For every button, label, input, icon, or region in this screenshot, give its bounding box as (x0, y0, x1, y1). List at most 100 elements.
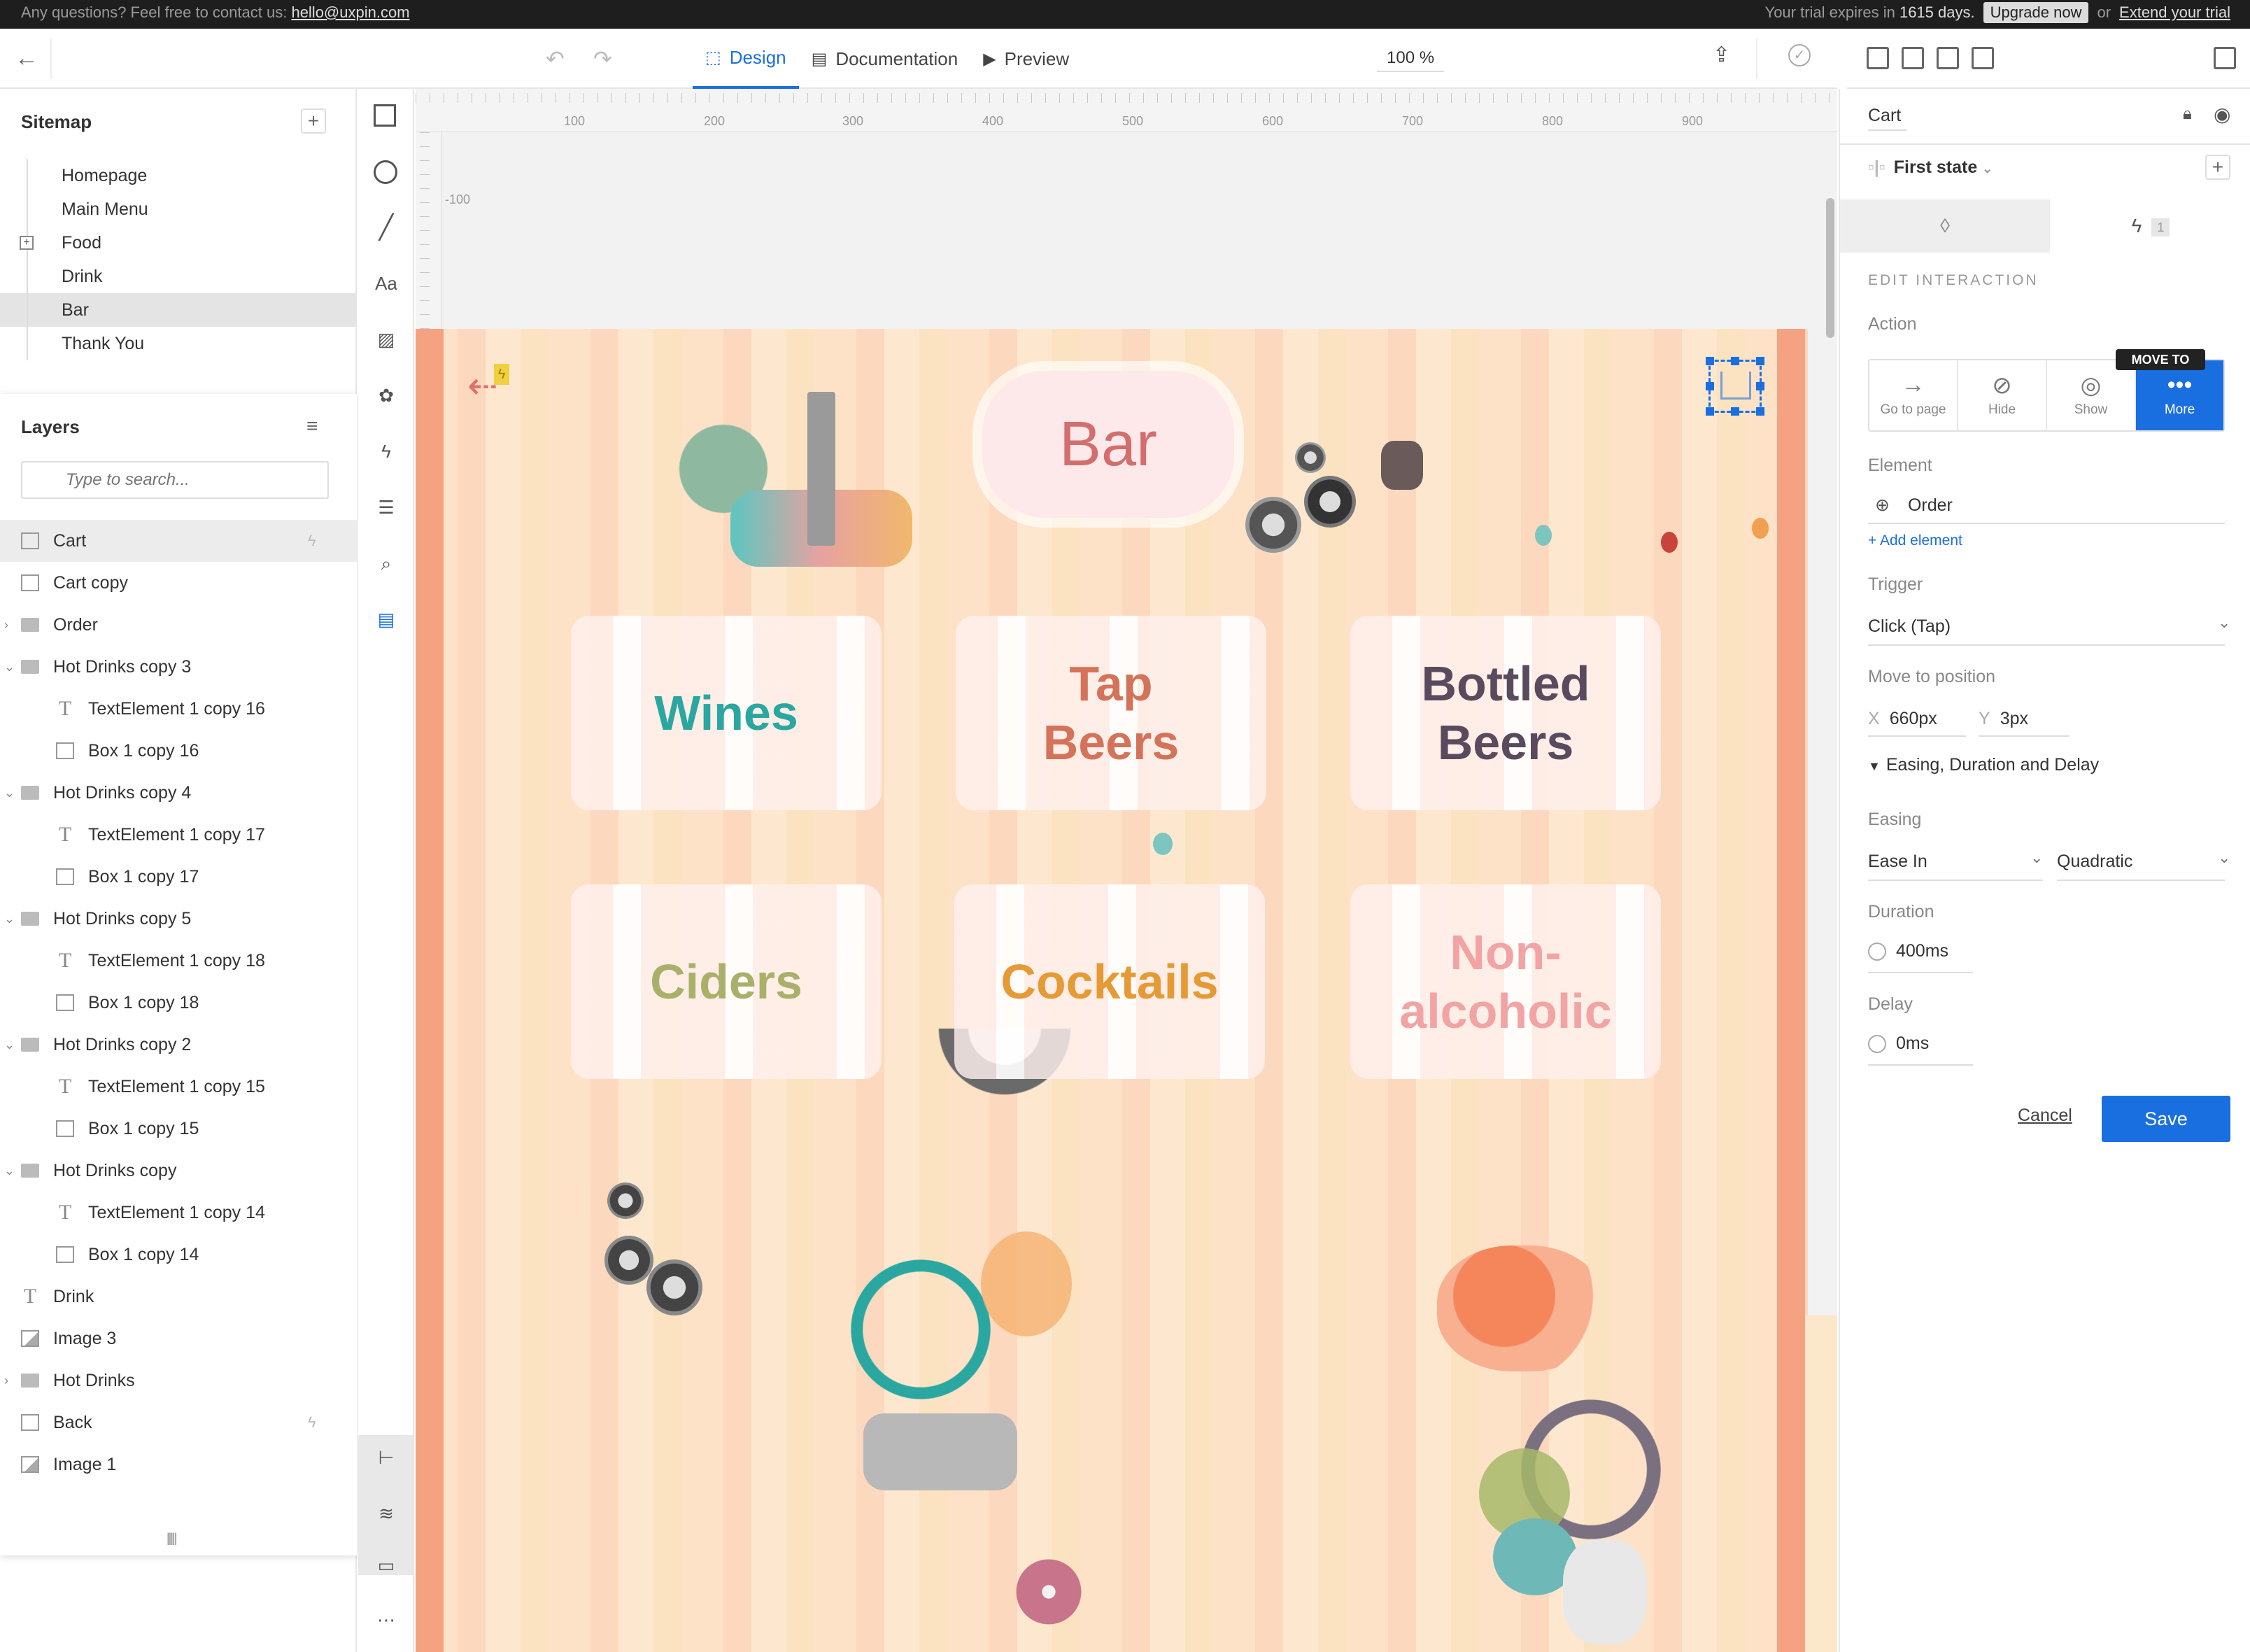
chevron-down-icon[interactable]: ⌄ (4, 772, 15, 814)
layer-item[interactable]: T Drink (0, 1276, 357, 1318)
sitemap-item-main-menu[interactable]: Main Menu (0, 192, 357, 226)
layer-item[interactable]: T TextElement 1 copy 17 (0, 814, 357, 856)
layer-item[interactable]: ⌄ Hot Drinks copy 5 (0, 898, 357, 940)
search-tool-icon[interactable]: ⌕ (374, 551, 399, 576)
chevron-down-icon[interactable]: ⌄ (4, 646, 15, 688)
layer-item[interactable]: › Order (0, 604, 357, 646)
add-element-link[interactable]: + Add element (1868, 532, 1962, 549)
layer-item[interactable]: Box 1 copy 16 (0, 730, 357, 772)
chevron-down-icon[interactable]: ⌄ (4, 1150, 15, 1192)
selection-handle[interactable] (1756, 407, 1764, 416)
back-arrow-icon[interactable]: ← (13, 44, 41, 72)
chevron-down-icon[interactable]: ⌄ (2218, 849, 2230, 867)
menu-card-ciders[interactable]: Ciders (571, 884, 882, 1079)
menu-card-wines[interactable]: Wines (571, 616, 882, 810)
sitemap-item-drink[interactable]: Drink (0, 260, 357, 293)
action-go-to-page[interactable]: → Go to page (1869, 360, 1958, 430)
menu-card-bottled-beers[interactable]: Bottled Beers (1350, 616, 1661, 810)
layer-item[interactable]: Box 1 copy 14 (0, 1234, 357, 1276)
tab-documentation[interactable]: ▤ Documentation (799, 29, 971, 89)
layer-item[interactable]: Cart copy (0, 562, 357, 604)
line-tool-icon[interactable]: ╱ (374, 215, 399, 240)
save-button[interactable]: Save (2102, 1096, 2230, 1142)
undo-icon[interactable]: ↶ (546, 45, 565, 72)
easing-type-select[interactable]: Quadratic (2057, 852, 2132, 872)
layer-item[interactable]: T TextElement 1 copy 16 (0, 688, 357, 730)
position-x-field[interactable]: X 660px (1868, 709, 1937, 729)
sitemap-tree-icon[interactable]: ⊢ (374, 1445, 399, 1470)
layer-item[interactable]: T TextElement 1 copy 14 (0, 1192, 357, 1234)
layer-item[interactable]: Image 1 (0, 1443, 357, 1485)
add-page-button[interactable]: + (301, 108, 326, 134)
rectangle-tool-icon[interactable] (374, 104, 396, 127)
action-hide[interactable]: ⊘ Hide (1958, 360, 2047, 430)
trigger-select[interactable]: Click (Tap) (1868, 616, 1951, 637)
action-more[interactable]: ••• More (2136, 360, 2223, 430)
expand-icon[interactable]: + (20, 236, 34, 250)
layer-item[interactable]: T TextElement 1 copy 15 (0, 1066, 357, 1108)
bring-forward-icon[interactable] (1867, 47, 1889, 69)
chevron-right-icon[interactable]: › (4, 604, 8, 646)
element-target-field[interactable]: ⊕ Order (1868, 495, 1953, 516)
design-canvas[interactable]: 100 200 300 400 500 600 700 800 900 -100… (416, 89, 1837, 1652)
contact-email-link[interactable]: hello@uxpin.com (291, 3, 409, 21)
extend-trial-link[interactable]: Extend your trial (2119, 3, 2230, 22)
tab-style[interactable]: ◊ (1840, 199, 2050, 253)
tab-interactions[interactable]: ϟ1 (2050, 199, 2250, 253)
easing-section-toggle[interactable]: ▼ Easing, Duration and Delay (1868, 755, 2099, 775)
layer-item[interactable]: Box 1 copy 15 (0, 1108, 357, 1150)
duration-field[interactable]: 400ms (1868, 941, 1948, 961)
zoom-level[interactable]: 100 % (1377, 48, 1445, 72)
chevron-right-icon[interactable]: › (4, 1360, 8, 1402)
menu-card-tap-beers[interactable]: Tap Beers (956, 616, 1266, 810)
ui-kit-icon[interactable]: ☰ (374, 495, 399, 520)
layer-item[interactable]: Box 1 copy 17 (0, 856, 357, 898)
cart-icon-selected[interactable] (1706, 357, 1764, 416)
position-y-field[interactable]: Y 3px (1979, 709, 2028, 729)
delay-field[interactable]: 0ms (1868, 1033, 1929, 1054)
layer-item[interactable]: Box 1 copy 18 (0, 982, 357, 1024)
redo-icon[interactable]: ↷ (593, 45, 612, 72)
components-icon[interactable]: ▤ (374, 607, 399, 632)
chevron-down-icon[interactable]: ⌄ (4, 898, 15, 940)
icon-library-icon[interactable]: ✿ (374, 383, 399, 408)
layer-item[interactable]: Cart ϟ (0, 520, 357, 562)
sort-layers-icon[interactable]: ≡ (306, 415, 318, 437)
visibility-eye-icon[interactable]: ◉ (2214, 103, 2230, 126)
lock-icon[interactable]: 🔒︎ (2183, 104, 2192, 124)
ungroup-icon[interactable] (1972, 47, 1994, 69)
action-show[interactable]: ◎ Show (2047, 360, 2136, 430)
selection-handle[interactable] (1731, 407, 1739, 416)
layer-item[interactable]: T TextElement 1 copy 18 (0, 940, 357, 982)
selection-handle[interactable] (1731, 357, 1739, 365)
selection-handle[interactable] (1706, 407, 1714, 416)
sitemap-item-food[interactable]: + Food (0, 226, 357, 260)
layer-item[interactable]: ⌄ Hot Drinks copy 2 (0, 1024, 357, 1066)
export-icon[interactable]: ⇪ (1713, 43, 1730, 67)
easing-select[interactable]: Ease In (1868, 852, 1927, 872)
selection-handle[interactable] (1706, 382, 1714, 390)
layer-item[interactable]: › Hot Drinks (0, 1360, 357, 1402)
selection-handle[interactable] (1756, 382, 1764, 390)
bar-page-artboard[interactable]: ⇠ ϟ Bar Wines Tap Beers Bottled Beers Cide… (416, 329, 1837, 1652)
menu-card-non-alcoholic[interactable]: Non-alcoholic (1350, 884, 1661, 1079)
ellipse-tool-icon[interactable] (374, 160, 397, 184)
chevron-down-icon[interactable]: ⌄ (2218, 614, 2230, 632)
add-state-button[interactable]: + (2205, 155, 2230, 180)
tab-preview[interactable]: ▶ Preview (970, 29, 1082, 89)
device-preview-icon[interactable]: ▭ (374, 1553, 399, 1578)
status-check-icon[interactable]: ✓ (1788, 44, 1811, 66)
chevron-down-icon[interactable]: ⌄ (4, 1024, 15, 1066)
sitemap-item-thank-you[interactable]: Thank You (0, 327, 357, 360)
group-icon[interactable] (1902, 47, 1924, 69)
canvas-scrollbar[interactable] (1826, 198, 1834, 338)
panel-layout-icon[interactable] (2214, 47, 2236, 69)
layer-item[interactable]: Image 3 (0, 1318, 357, 1360)
more-options-icon[interactable]: ⋯ (374, 1607, 399, 1632)
sitemap-item-bar[interactable]: Bar (0, 293, 357, 327)
menu-card-cocktails[interactable]: Cocktails (954, 884, 1265, 1079)
element-name-field[interactable]: Cart (1868, 106, 1901, 126)
layer-item[interactable]: Back ϟ (0, 1402, 357, 1443)
image-tool-icon[interactable]: ▨ (374, 327, 399, 352)
cancel-button[interactable]: Cancel (2018, 1106, 2072, 1126)
